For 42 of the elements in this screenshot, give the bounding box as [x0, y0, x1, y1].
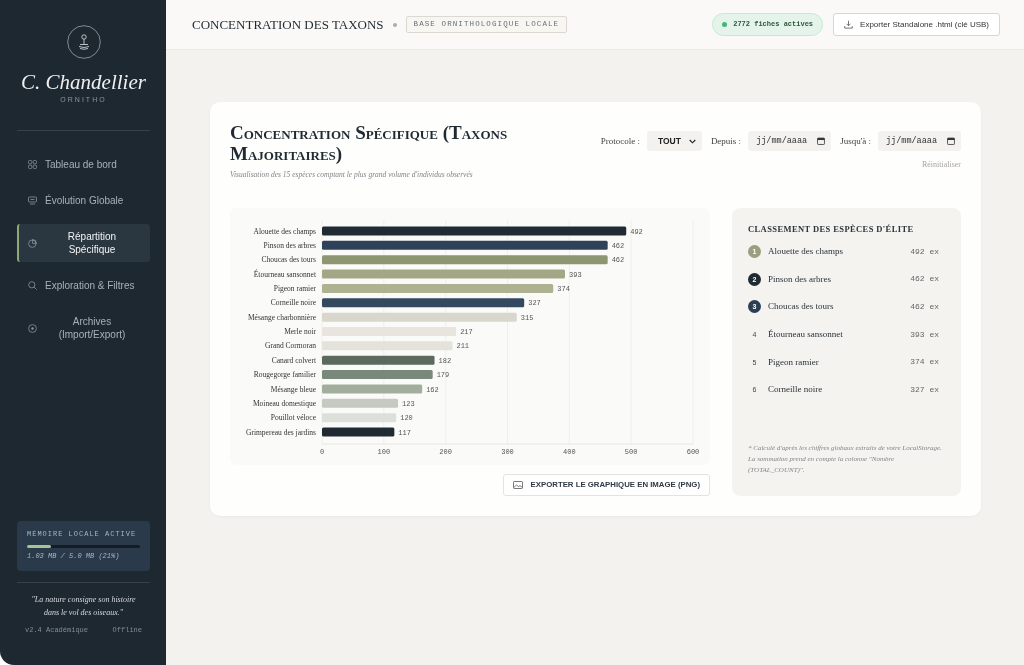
card-title: Concentration Spécifique (Taxons Majoritaires): [230, 122, 509, 164]
ranking-title: CLASSEMENT DES ESPÈCES D'ÉLITE: [748, 224, 915, 234]
species-name: Étourneau sansonnet: [768, 329, 844, 341]
pie-chart-icon: [28, 238, 37, 248]
nav-item[interactable]: Évolution Globale: [17, 188, 150, 213]
brand-name: C. Chandellier: [20, 69, 147, 95]
date-field[interactable]: jj/mm/aaaa: [878, 131, 961, 151]
nav-item[interactable]: Archives (Import/Export): [17, 309, 150, 347]
species-name: Choucas des tours: [768, 301, 835, 313]
species-name: Pinson des arbres: [768, 273, 832, 285]
page-title: CONCENTRATION DES TAXONS: [192, 16, 384, 33]
protocol-select[interactable]: TOUT: [646, 131, 702, 151]
species-count: 393 ex: [910, 329, 939, 340]
calendar-icon: [817, 137, 826, 145]
species-name: Corneille noire: [768, 384, 824, 396]
species-count: 492 ex: [910, 246, 939, 257]
filter-label: Jusqu'à :: [840, 135, 871, 147]
image-icon: [512, 481, 523, 489]
nav-item[interactable]: Tableau de bord: [17, 152, 150, 177]
filter-label: Depuis :: [710, 135, 742, 147]
filter-label: Protocole :: [600, 135, 640, 147]
export-standalone-button[interactable]: Exporter Standalone .html (clé USB): [833, 13, 1000, 36]
species-count: 462 ex: [910, 274, 939, 285]
grid-icon: [28, 160, 37, 169]
calendar-icon: [947, 137, 955, 145]
search-icon: [28, 281, 37, 290]
species-count: 374 ex: [910, 357, 939, 368]
nav-item[interactable]: Exploration & Filtres: [17, 273, 150, 298]
status-dot-icon: [722, 22, 728, 27]
species-name: Pigeon ramier: [768, 356, 820, 368]
date-field[interactable]: jj/mm/aaaa: [748, 131, 832, 151]
emblem-icon: [66, 25, 101, 59]
circle-dot-icon: [28, 323, 37, 333]
species-count: 327 ex: [910, 384, 939, 395]
species-count: 462 ex: [910, 302, 939, 312]
bullet-icon: [392, 22, 397, 27]
download-icon: [844, 20, 854, 29]
nav-item[interactable]: Répartition Spécifique: [17, 224, 150, 262]
tray-icon: [28, 196, 37, 205]
quote-text: "La nature consigne son histoire dans le vol des oiseaux.": [30, 594, 137, 619]
species-name: Alouette des champs: [768, 246, 844, 258]
chevron-down-icon: [688, 138, 696, 144]
